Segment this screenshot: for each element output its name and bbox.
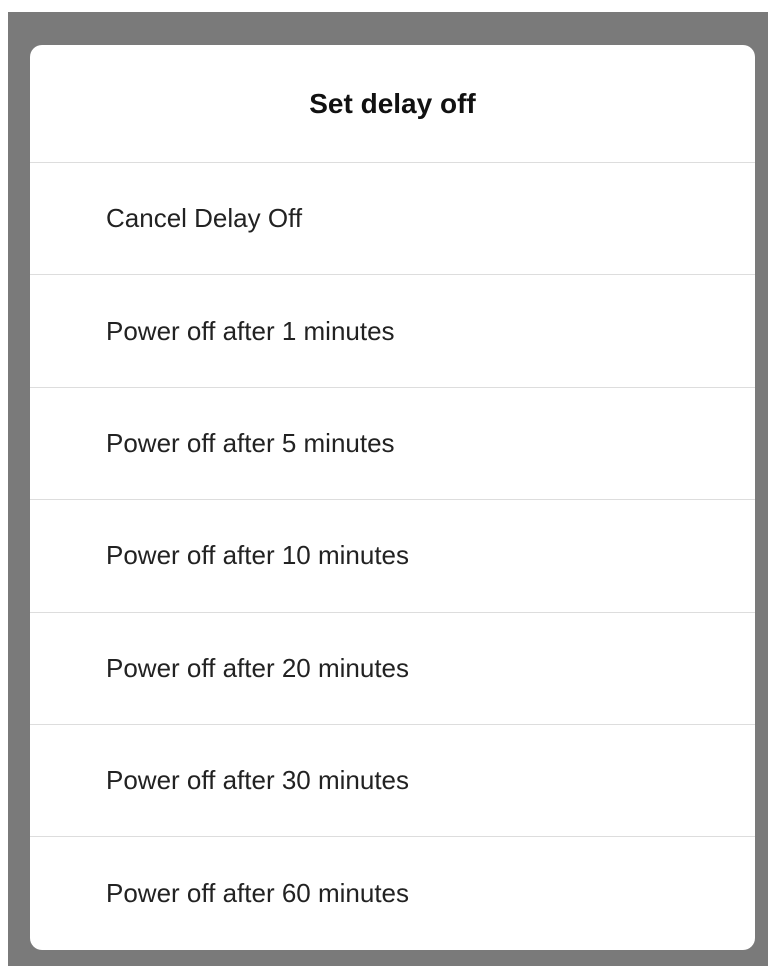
option-cancel-delay-off[interactable]: Cancel Delay Off	[30, 163, 755, 276]
delay-off-dialog: Set delay off Cancel Delay Off Power off…	[30, 45, 755, 950]
option-5-minutes[interactable]: Power off after 5 minutes	[30, 388, 755, 501]
option-20-minutes[interactable]: Power off after 20 minutes	[30, 613, 755, 725]
option-10-minutes[interactable]: Power off after 10 minutes	[30, 500, 755, 613]
option-30-minutes[interactable]: Power off after 30 minutes	[30, 725, 755, 838]
option-60-minutes[interactable]: Power off after 60 minutes	[30, 837, 755, 949]
option-1-minute[interactable]: Power off after 1 minutes	[30, 275, 755, 388]
dialog-title: Set delay off	[30, 45, 755, 163]
